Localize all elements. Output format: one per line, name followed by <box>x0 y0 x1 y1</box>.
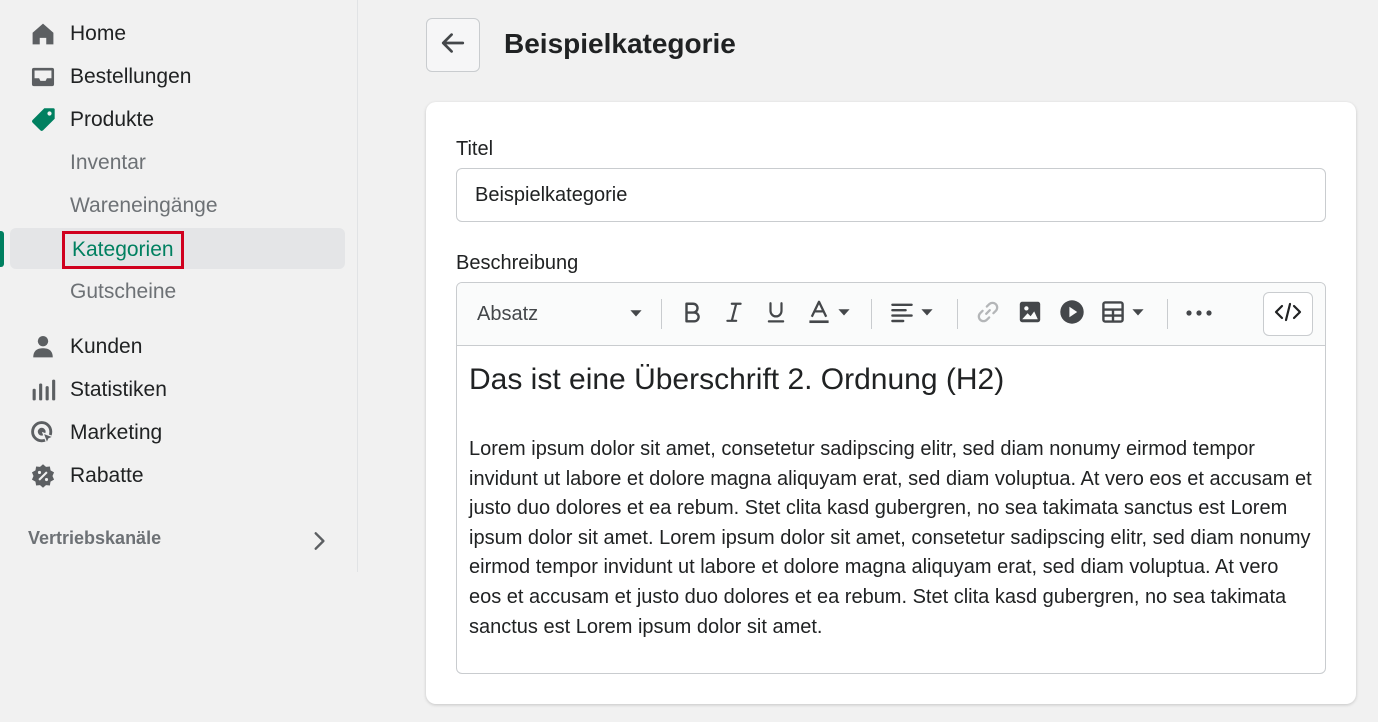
sidebar-item-label: Rabatte <box>70 464 144 487</box>
underline-button[interactable] <box>759 295 793 333</box>
sidebar-item-produkte[interactable]: Produkte <box>28 100 154 140</box>
video-button[interactable] <box>1055 295 1089 333</box>
sidebar-item-label: Produkte <box>70 108 155 131</box>
sidebar-subitem-wareneingaenge[interactable]: Wareneingänge <box>70 188 218 224</box>
more-horizontal-icon <box>1186 305 1212 323</box>
home-icon <box>28 19 58 49</box>
arrow-left-icon <box>439 29 467 62</box>
person-icon <box>28 332 58 362</box>
sidebar-item-statistiken[interactable]: Statistiken <box>28 370 167 410</box>
category-card: Titel Beispielkategorie Beschreibung Abs… <box>426 102 1356 704</box>
content-paragraph: Lorem ipsum dolor sit amet, consetetur s… <box>469 438 1312 638</box>
image-button[interactable] <box>1013 295 1047 333</box>
title-label: Titel <box>456 138 494 160</box>
sidebar-subitem-inventar[interactable]: Inventar <box>70 145 146 181</box>
caret-down-icon <box>1131 305 1145 324</box>
sidebar-item-label: Marketing <box>70 421 163 444</box>
link-button[interactable] <box>971 295 1005 333</box>
italic-button[interactable] <box>717 295 751 333</box>
toolbar-divider <box>871 299 872 329</box>
chevron-right-icon[interactable] <box>308 528 330 559</box>
discount-icon <box>28 461 58 491</box>
align-left-icon <box>890 300 914 329</box>
sidebar-item-label: Statistiken <box>70 378 167 401</box>
table-icon <box>1101 300 1125 329</box>
back-button[interactable] <box>426 18 480 72</box>
bold-button[interactable] <box>675 295 709 333</box>
section-title-sales-channels: Vertriebskanäle <box>28 528 162 548</box>
inbox-icon <box>28 62 58 92</box>
text-color-button[interactable] <box>803 295 855 333</box>
sidebar-item-bestellungen[interactable]: Bestellungen <box>28 57 191 97</box>
image-icon <box>1018 300 1042 329</box>
code-icon <box>1274 302 1302 327</box>
tag-icon <box>28 105 58 135</box>
bold-icon <box>681 300 703 329</box>
format-select-value: Absatz <box>477 302 539 325</box>
target-icon <box>28 418 58 448</box>
content-heading: Das ist eine Überschrift 2. Ordnung (H2) <box>469 363 1005 396</box>
toolbar-divider <box>661 299 662 329</box>
sidebar-item-label: Kunden <box>70 335 143 358</box>
link-icon <box>976 300 1000 329</box>
source-code-button[interactable] <box>1263 292 1313 336</box>
format-select[interactable]: Absatz <box>465 295 655 333</box>
sidebar-item-marketing[interactable]: Marketing <box>28 413 162 453</box>
active-indicator <box>0 231 4 267</box>
sidebar-subitem-gutscheine[interactable]: Gutscheine <box>70 274 176 310</box>
more-button[interactable] <box>1181 295 1217 333</box>
table-button[interactable] <box>1097 295 1149 333</box>
sidebar-item-rabatte[interactable]: Rabatte <box>28 456 144 496</box>
italic-icon <box>723 300 745 329</box>
play-icon <box>1059 299 1085 330</box>
description-label: Beschreibung <box>456 252 579 274</box>
caret-down-icon <box>837 305 851 324</box>
title-input[interactable]: Beispielkategorie <box>456 168 1326 222</box>
sidebar-item-label: Home <box>70 22 127 45</box>
sidebar: Home Bestellungen Produkte Inventar Ware… <box>0 0 358 572</box>
sidebar-item-home[interactable]: Home <box>28 14 126 54</box>
sidebar-item-label: Bestellungen <box>70 65 192 88</box>
text-color-icon <box>807 299 831 330</box>
align-button[interactable] <box>885 295 939 333</box>
page-title: Beispielkategorie <box>504 28 736 59</box>
editor-toolbar: Absatz <box>457 283 1325 346</box>
rich-text-editor: Absatz Das ist eine Überschrift 2. Ordnu… <box>456 282 1326 674</box>
toolbar-divider <box>957 299 958 329</box>
caret-down-icon <box>629 303 643 326</box>
sidebar-subitem-kategorien[interactable]: Kategorien <box>62 231 184 269</box>
underline-icon <box>765 300 787 329</box>
sidebar-item-kunden[interactable]: Kunden <box>28 327 142 367</box>
toolbar-divider <box>1167 299 1168 329</box>
editor-content[interactable]: Das ist eine Überschrift 2. Ordnung (H2)… <box>469 363 1315 642</box>
bar-chart-icon <box>28 375 58 405</box>
caret-down-icon <box>920 305 934 324</box>
